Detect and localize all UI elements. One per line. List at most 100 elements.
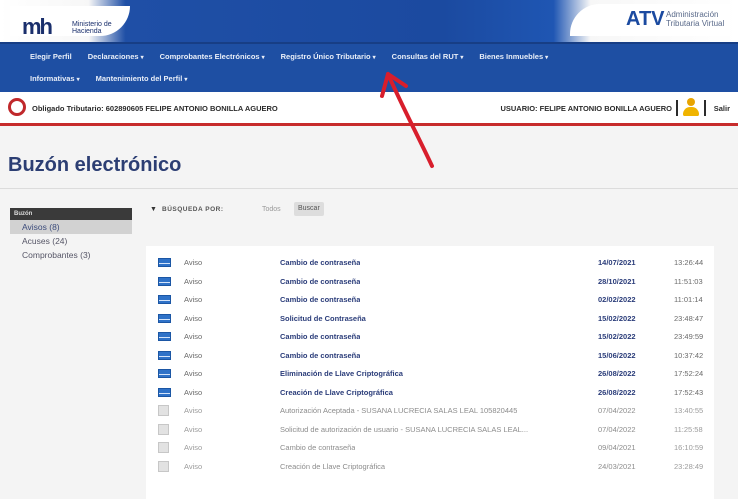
atv-logo-subtitle: Administración Tributaria Virtual <box>666 10 725 28</box>
message-subject[interactable]: Solicitud de Contraseña <box>280 314 366 323</box>
collapse-triangle-icon[interactable]: ▼ <box>150 206 157 213</box>
nav-item-label: Mantenimiento del Perfil <box>95 74 183 83</box>
message-time: 17:52:24 <box>674 369 704 378</box>
chevron-down-icon: ▾ <box>372 55 376 61</box>
nav-item-comprobantes-electronicos[interactable]: Comprobantes Electrónicos ▾ <box>152 52 273 61</box>
atv-logo-mark: ATV <box>626 8 665 30</box>
search-filter-select[interactable]: Todos <box>262 206 281 213</box>
sidebar-item-comprobantes[interactable]: Comprobantes (3) <box>10 248 132 262</box>
message-row[interactable]: Aviso Cambio de contraseña 15/02/2022 23:49… <box>146 327 714 346</box>
message-time: 10:37:42 <box>674 350 704 360</box>
message-row[interactable]: Aviso Cambio de contraseña 15/06/2022 10:37… <box>146 346 714 365</box>
search-bar: ▼ BÚSQUEDA POR: Todos Buscar <box>150 202 450 222</box>
logout-link[interactable]: Salir <box>714 104 730 113</box>
message-date: 15/06/2022 <box>598 350 636 360</box>
unread-message-icon <box>158 387 171 397</box>
hacienda-logo[interactable]: mh Ministerio de Hacienda <box>10 6 130 39</box>
message-date: 15/02/2022 <box>598 332 636 341</box>
chevron-down-icon: ▾ <box>460 55 464 61</box>
unread-message-icon <box>158 276 171 286</box>
unread-message-icon <box>158 313 171 323</box>
message-subject[interactable]: Creación de Llave Criptográfica <box>280 462 385 471</box>
message-date: 14/07/2021 <box>598 258 636 267</box>
message-type: Aviso <box>184 387 203 397</box>
unread-message-icon <box>158 258 171 267</box>
message-subject[interactable]: Cambio de contraseña <box>280 295 360 304</box>
message-row[interactable]: Aviso Autorización Aceptada - SUSANA LUCR… <box>146 401 714 420</box>
message-row[interactable]: Aviso Creación de Llave Criptográfica 26/0… <box>146 383 714 402</box>
message-type: Aviso <box>184 276 203 286</box>
message-time: 23:49:59 <box>674 332 704 341</box>
nav-item-consultas-del-rut[interactable]: Consultas del RUT ▾ <box>384 52 472 61</box>
message-time: 17:52:43 <box>674 387 704 397</box>
message-type: Aviso <box>184 258 203 267</box>
message-row[interactable]: Aviso Solicitud de Contraseña 15/02/2022 23… <box>146 309 714 328</box>
message-date: 07/04/2022 <box>598 406 636 415</box>
message-time: 11:51:03 <box>674 276 703 286</box>
message-subject[interactable]: Cambio de contraseña <box>280 332 360 341</box>
message-date: 15/02/2022 <box>598 313 636 323</box>
message-row[interactable]: Aviso Cambio de contraseña 09/04/2021 16:10… <box>146 438 714 457</box>
message-subject[interactable]: Eliminación de Llave Criptográfica <box>280 369 403 378</box>
message-date: 28/10/2021 <box>598 276 636 286</box>
nav-item-label: Registro Único Tributario <box>280 52 371 61</box>
user-label: USUARIO: FELIPE ANTONIO BONILLA AGUERO <box>500 104 672 113</box>
nav-item-registro-unico-tributario[interactable]: Registro Único Tributario ▾ <box>273 52 384 61</box>
read-message-icon <box>158 405 169 416</box>
message-list: Aviso Cambio de contraseña 14/07/2021 13:26… <box>146 246 714 499</box>
app-window: mh Ministerio de Hacienda ATV Administra… <box>0 0 738 499</box>
chevron-down-icon: ▾ <box>76 77 80 83</box>
message-type: Aviso <box>184 313 203 323</box>
message-subject[interactable]: Creación de Llave Criptográfica <box>280 388 393 397</box>
title-divider <box>0 188 738 189</box>
message-subject[interactable]: Solicitud de autorización de usuario - S… <box>280 425 528 434</box>
sidebar-item-avisos[interactable]: Avisos (8) <box>10 220 132 234</box>
top-header: mh Ministerio de Hacienda ATV Administra… <box>0 0 738 42</box>
sidebar-item-acuses[interactable]: Acuses (24) <box>10 234 132 248</box>
nav-item-mantenimiento-del-perfil[interactable]: Mantenimiento del Perfil ▾ <box>88 74 196 83</box>
nav-item-informativas[interactable]: Informativas ▾ <box>22 74 88 83</box>
message-row[interactable]: Aviso Cambio de contraseña 02/02/2022 11:01… <box>146 290 714 309</box>
message-subject[interactable]: Cambio de contraseña <box>280 277 360 286</box>
message-subject[interactable]: Cambio de contraseña <box>280 258 360 267</box>
chevron-down-icon: ▾ <box>261 55 265 61</box>
message-date: 24/03/2021 <box>598 461 636 471</box>
message-time: 16:10:59 <box>674 443 704 452</box>
unread-message-icon <box>158 332 171 341</box>
message-type: Aviso <box>184 350 203 360</box>
mailbox-sidebar: Buzón Avisos (8) Acuses (24) Comprobantes … <box>10 208 132 262</box>
message-date: 26/08/2022 <box>598 387 636 397</box>
sidebar-header: Buzón <box>10 208 132 220</box>
message-row[interactable]: Aviso Cambio de contraseña 14/07/2021 13:26… <box>146 253 714 272</box>
user-avatar-icon[interactable] <box>682 96 700 118</box>
hacienda-logo-mark: mh <box>22 14 53 39</box>
nav-item-declaraciones[interactable]: Declaraciones ▾ <box>80 52 152 61</box>
message-row[interactable]: Aviso Eliminación de Llave Criptográfica 2… <box>146 364 714 383</box>
nav-item-label: Elegir Perfil <box>30 52 72 61</box>
message-type: Aviso <box>184 406 203 415</box>
main-content: Buzón electrónico Buzón Avisos (8) Acuses… <box>0 126 738 499</box>
message-type: Aviso <box>184 332 203 341</box>
chevron-down-icon: ▾ <box>545 55 549 61</box>
nav-item-label: Bienes Inmuebles <box>479 52 544 61</box>
page-title: Buzón electrónico <box>8 154 182 176</box>
search-label: BÚSQUEDA POR: <box>162 206 224 213</box>
nav-item-label: Informativas <box>30 74 75 83</box>
message-type: Aviso <box>184 424 203 434</box>
message-subject[interactable]: Cambio de contraseña <box>280 443 355 452</box>
message-subject[interactable]: Cambio de contraseña <box>280 351 360 360</box>
atv-logo[interactable]: ATV Administración Tributaria Virtual <box>570 4 730 36</box>
search-button[interactable]: Buscar <box>294 202 324 216</box>
message-subject[interactable]: Autorización Aceptada - SUSANA LUCRECIA … <box>280 406 517 415</box>
read-message-icon <box>158 423 169 435</box>
unread-message-icon <box>158 350 171 360</box>
main-nav-row-2: Informativas ▾ Mantenimiento del Perfil ▾ <box>22 74 195 83</box>
message-row[interactable]: Aviso Solicitud de autorización de usuari… <box>146 420 714 439</box>
message-date: 09/04/2021 <box>598 443 636 452</box>
message-row[interactable]: Aviso Creación de Llave Criptográfica 24/0… <box>146 457 714 476</box>
message-row[interactable]: Aviso Cambio de contraseña 28/10/2021 11:51… <box>146 272 714 291</box>
nav-item-elegir-perfil[interactable]: Elegir Perfil <box>22 52 80 61</box>
message-date: 26/08/2022 <box>598 369 636 378</box>
nav-item-bienes-inmuebles[interactable]: Bienes Inmuebles ▾ <box>471 52 556 61</box>
message-time: 23:48:47 <box>674 313 704 323</box>
